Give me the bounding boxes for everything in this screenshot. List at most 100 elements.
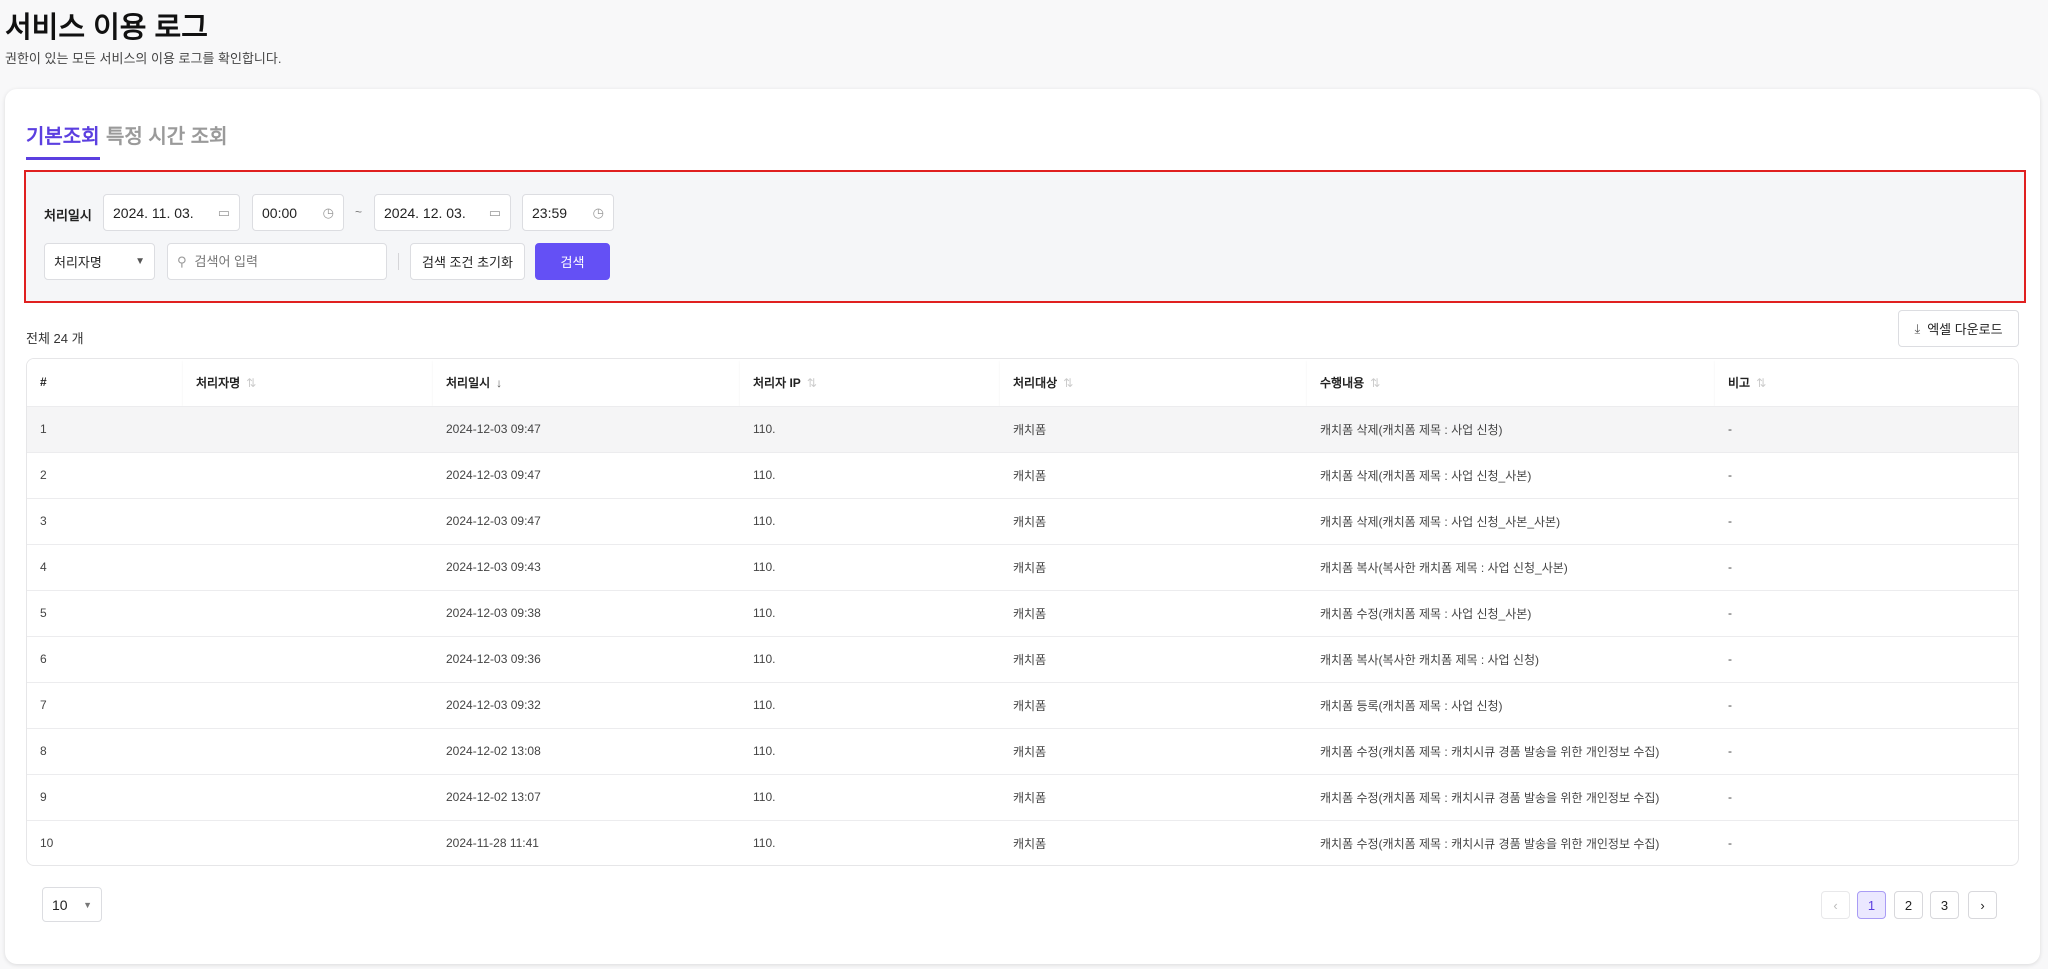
reset-filters-button[interactable]: 검색 조건 초기화 bbox=[410, 243, 525, 280]
table-row[interactable]: 10 2024-11-28 11:41 110. 캐치폼 캐치폼 수정(캐치폼 제목 :… bbox=[27, 819, 2018, 865]
column-header[interactable]: 처리자 IP ⇅ bbox=[740, 359, 1000, 406]
search-input-wrapper[interactable]: ⚲ bbox=[167, 243, 387, 280]
table-cell: 캐치폼 삭제(캐치폼 제목 : 사업 신청) bbox=[1307, 405, 1715, 452]
table-cell bbox=[183, 405, 433, 452]
start-date-value: 2024. 11. 03. bbox=[113, 204, 194, 221]
sort-icon[interactable]: ⇅ bbox=[807, 376, 817, 390]
page-1-button[interactable]: 1 bbox=[1857, 891, 1886, 919]
table-cell: - bbox=[1715, 819, 2018, 865]
table-cell: 5 bbox=[27, 589, 183, 636]
start-date-input[interactable]: 2024. 11. 03. ▭ bbox=[103, 194, 240, 231]
end-date-input[interactable]: 2024. 12. 03. ▭ bbox=[374, 194, 511, 231]
table-cell: 캐치폼 bbox=[1000, 589, 1307, 636]
tab-specific-time-search[interactable]: 특정 시간 조회 bbox=[106, 120, 228, 149]
table-cell: 2024-11-28 11:41 bbox=[433, 819, 740, 865]
table-row[interactable]: 8 2024-12-02 13:08 110. 캐치폼 캐치폼 수정(캐치폼 제목 : … bbox=[27, 727, 2018, 774]
table-row[interactable]: 5 2024-12-03 09:38 110. 캐치폼 캐치폼 수정(캐치폼 제목 : … bbox=[27, 589, 2018, 636]
sort-icon[interactable]: ⇅ bbox=[1756, 376, 1766, 390]
table-header-row: # 처리자명 ⇅ 처리일시 ↓ 처리자 IP ⇅ 처리대상 ⇅ 수행내용 ⇅ 비고 ⇅ bbox=[27, 359, 2018, 406]
table-cell: - bbox=[1715, 635, 2018, 682]
table-row[interactable]: 4 2024-12-03 09:43 110. 캐치폼 캐치폼 복사(복사한 캐치폼 제… bbox=[27, 543, 2018, 590]
caret-down-icon: ▼ bbox=[135, 256, 145, 267]
table-cell bbox=[183, 819, 433, 865]
table-cell: - bbox=[1715, 727, 2018, 774]
table-cell: 4 bbox=[27, 543, 183, 590]
table-cell: 캐치폼 복사(복사한 캐치폼 제목 : 사업 신청) bbox=[1307, 635, 1715, 682]
table-cell: 캐치폼 bbox=[1000, 681, 1307, 728]
table-cell: 캐치폼 삭제(캐치폼 제목 : 사업 신청_사본_사본) bbox=[1307, 497, 1715, 544]
calendar-icon[interactable]: ▭ bbox=[489, 205, 501, 221]
table-cell: 110. bbox=[740, 497, 1000, 544]
table-cell: 110. bbox=[740, 405, 1000, 452]
table-cell: - bbox=[1715, 681, 2018, 728]
table-cell: - bbox=[1715, 497, 2018, 544]
table-cell bbox=[183, 635, 433, 682]
table-row[interactable]: 6 2024-12-03 09:36 110. 캐치폼 캐치폼 복사(복사한 캐치폼 제… bbox=[27, 635, 2018, 682]
column-header-label: 처리대상 bbox=[1013, 375, 1058, 390]
table-cell: 2024-12-03 09:36 bbox=[433, 635, 740, 682]
page-2-button[interactable]: 2 bbox=[1894, 891, 1923, 919]
clock-icon[interactable]: ◷ bbox=[323, 205, 334, 221]
start-time-value: 00:00 bbox=[262, 204, 298, 221]
page-3-button[interactable]: 3 bbox=[1930, 891, 1959, 919]
end-time-input[interactable]: 23:59 ◷ bbox=[522, 194, 614, 231]
table-row[interactable]: 7 2024-12-03 09:32 110. 캐치폼 캐치폼 등록(캐치폼 제목 : … bbox=[27, 681, 2018, 728]
search-button[interactable]: 검색 bbox=[535, 243, 610, 280]
table-row[interactable]: 9 2024-12-02 13:07 110. 캐치폼 캐치폼 수정(캐치폼 제목 : … bbox=[27, 773, 2018, 820]
table-cell: 2024-12-03 09:43 bbox=[433, 543, 740, 590]
column-header[interactable]: 처리일시 ↓ bbox=[433, 359, 740, 406]
table-cell: 2024-12-02 13:07 bbox=[433, 773, 740, 820]
sort-icon[interactable]: ⇅ bbox=[1063, 376, 1073, 390]
sort-descending-icon[interactable]: ↓ bbox=[496, 376, 502, 390]
table-cell: 3 bbox=[27, 497, 183, 544]
table-cell: 캐치폼 bbox=[1000, 819, 1307, 865]
calendar-icon[interactable]: ▭ bbox=[218, 205, 230, 221]
table-cell: 2024-12-03 09:47 bbox=[433, 405, 740, 452]
column-header-label: 수행내용 bbox=[1320, 375, 1365, 390]
column-header[interactable]: 처리자명 ⇅ bbox=[183, 359, 433, 406]
search-icon: ⚲ bbox=[177, 253, 187, 269]
search-filter-panel bbox=[24, 170, 2026, 303]
table-cell: 2024-12-03 09:38 bbox=[433, 589, 740, 636]
table-cell bbox=[183, 681, 433, 728]
table-cell: 2024-12-03 09:32 bbox=[433, 681, 740, 728]
caret-down-icon: ▼ bbox=[83, 899, 92, 910]
next-page-button[interactable]: › bbox=[1968, 891, 1997, 919]
table-cell: 2024-12-03 09:47 bbox=[433, 451, 740, 498]
column-header-label: # bbox=[40, 375, 47, 390]
table-cell: 캐치폼 bbox=[1000, 635, 1307, 682]
table-cell: 2024-12-03 09:47 bbox=[433, 497, 740, 544]
search-field-select[interactable]: 처리자명 ▼ bbox=[44, 243, 155, 280]
table-row[interactable]: 3 2024-12-03 09:47 110. 캐치폼 캐치폼 삭제(캐치폼 제목 : … bbox=[27, 497, 2018, 544]
table-row[interactable]: 2 2024-12-03 09:47 110. 캐치폼 캐치폼 삭제(캐치폼 제목 : … bbox=[27, 451, 2018, 498]
table-cell: 110. bbox=[740, 543, 1000, 590]
table-cell bbox=[183, 543, 433, 590]
table-cell: 9 bbox=[27, 773, 183, 820]
sort-icon[interactable]: ⇅ bbox=[246, 376, 256, 390]
tab-basic-search[interactable]: 기본조회 bbox=[26, 120, 100, 160]
page-size-value: 10 bbox=[52, 896, 68, 913]
table-cell: - bbox=[1715, 451, 2018, 498]
table-cell: 캐치폼 bbox=[1000, 405, 1307, 452]
page-size-select[interactable]: 10 ▼ bbox=[42, 887, 102, 922]
table-cell: 캐치폼 bbox=[1000, 451, 1307, 498]
table-cell: 캐치폼 수정(캐치폼 제목 : 캐치시큐 경품 발송을 위한 개인정보 수집) bbox=[1307, 819, 1715, 865]
table-row[interactable]: 1 2024-12-03 09:47 110. 캐치폼 캐치폼 삭제(캐치폼 제목 : … bbox=[27, 405, 2018, 452]
table-cell: 110. bbox=[740, 451, 1000, 498]
column-header[interactable]: 비고 ⇅ bbox=[1715, 359, 2018, 406]
prev-page-button[interactable]: ‹ bbox=[1821, 891, 1850, 919]
table-cell: 캐치폼 bbox=[1000, 727, 1307, 774]
clock-icon[interactable]: ◷ bbox=[593, 205, 604, 221]
column-header[interactable]: 수행내용 ⇅ bbox=[1307, 359, 1715, 406]
table-cell bbox=[183, 497, 433, 544]
table-cell: 6 bbox=[27, 635, 183, 682]
sort-icon[interactable]: ⇅ bbox=[1370, 376, 1380, 390]
excel-download-button[interactable]: ⤓ 엑셀 다운로드 bbox=[1898, 310, 2019, 347]
start-time-input[interactable]: 00:00 ◷ bbox=[252, 194, 344, 231]
date-label: 처리일시 bbox=[44, 208, 92, 223]
search-input[interactable] bbox=[194, 254, 365, 269]
table-cell: 110. bbox=[740, 681, 1000, 728]
table-cell: 캐치폼 수정(캐치폼 제목 : 캐치시큐 경품 발송을 위한 개인정보 수집) bbox=[1307, 773, 1715, 820]
table-cell: - bbox=[1715, 543, 2018, 590]
column-header[interactable]: 처리대상 ⇅ bbox=[1000, 359, 1307, 406]
